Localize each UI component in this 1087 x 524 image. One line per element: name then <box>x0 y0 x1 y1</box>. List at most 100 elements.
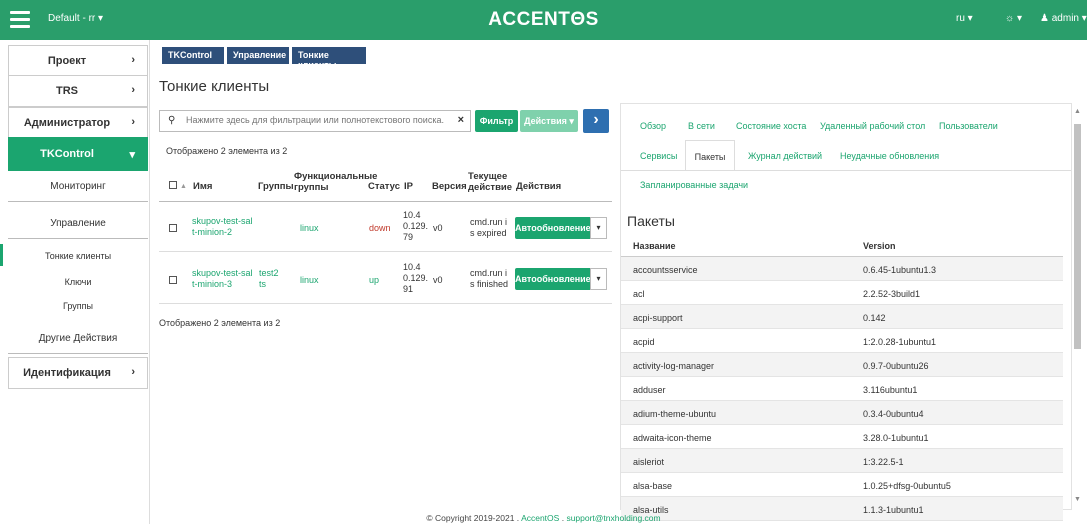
tab-action-log[interactable]: Журнал действий <box>748 151 822 161</box>
ip-value: 10.4 0.129. 91 <box>403 262 428 295</box>
tab-host-state[interactable]: Состояние хоста <box>736 121 806 131</box>
row-checkbox[interactable] <box>169 276 177 284</box>
group-line: test2 <box>259 268 279 278</box>
scroll-down-icon[interactable]: ▼ <box>1074 496 1081 503</box>
search-input[interactable] <box>186 115 456 125</box>
col-status[interactable]: Статус <box>368 181 400 192</box>
ip-part: 10.4 <box>403 262 421 272</box>
language-selector[interactable]: ru ▾ <box>956 13 973 24</box>
auto-update-button[interactable]: Автообновление <box>515 268 591 290</box>
tab-online[interactable]: В сети <box>688 121 715 131</box>
header-divider <box>159 201 612 202</box>
package-row: activity-log-manager 0.9.7-0ubuntu26 <box>621 353 1063 377</box>
package-version: 3.116ubuntu1 <box>863 385 918 395</box>
col-func-groups[interactable]: Функциональные группы <box>294 171 377 193</box>
sidebar-item-project[interactable]: Проект › <box>8 45 148 77</box>
sidebar-sub-thin-clients[interactable]: Тонкие клиенты <box>8 251 148 261</box>
actions-button[interactable]: Действия ▾ <box>520 110 578 132</box>
package-version: 0.6.45-1ubuntu1.3 <box>863 265 937 275</box>
ip-part: 0.129. <box>403 221 429 231</box>
package-row: adduser 3.116ubuntu1 <box>621 377 1063 401</box>
package-row: adwaita-icon-theme 3.28.0-1ubuntu1 <box>621 425 1063 449</box>
auto-update-button[interactable]: Автообновление <box>515 217 591 239</box>
packages-title: Пакеты <box>627 213 675 229</box>
page-title: Тонкие клиенты <box>159 78 270 95</box>
breadcrumb-thin-clients: Тонкие клиенты <box>292 47 366 70</box>
client-name-line: t-minion-2 <box>192 227 233 237</box>
package-name: acl <box>633 289 645 299</box>
select-all-checkbox[interactable] <box>169 181 177 189</box>
package-version: 0.9.7-0ubuntu26 <box>863 361 929 371</box>
tab-scheduled-tasks[interactable]: Запланированные задачи <box>640 180 748 190</box>
sidebar-sub-management[interactable]: Управление <box>8 209 148 239</box>
sidebar-item-trs[interactable]: TRS › <box>8 75 148 107</box>
tab-users[interactable]: Пользователи <box>939 121 998 131</box>
tab-services[interactable]: Сервисы <box>640 151 677 161</box>
tab-packages[interactable]: Пакеты <box>685 140 735 171</box>
func-group-link[interactable]: linux <box>300 223 319 234</box>
ip-part: 91 <box>403 284 414 294</box>
package-version: 1:3.22.5-1 <box>863 457 904 467</box>
footer-email-link[interactable]: support@tnxholding.com <box>566 513 660 523</box>
row-checkbox[interactable] <box>169 224 177 232</box>
chevron-right-icon: › <box>131 366 135 378</box>
col-groups[interactable]: Группы <box>258 181 294 192</box>
group-link[interactable]: test2 ts <box>259 268 279 290</box>
package-name: acpi-support <box>633 313 683 323</box>
sidebar-item-label: Проект <box>47 55 87 67</box>
chevron-right-icon: › <box>131 84 135 96</box>
package-name: acpid <box>633 337 655 347</box>
col-actions: Действия <box>516 181 562 192</box>
sidebar-item-label: TRS <box>56 85 78 97</box>
status-value: down <box>369 223 391 233</box>
sidebar-sub-groups[interactable]: Группы <box>8 301 148 311</box>
package-version: 0.3.4-0ubuntu4 <box>863 409 924 419</box>
tab-overview[interactable]: Обзор <box>640 121 666 131</box>
tab-remote-desktop[interactable]: Удаленный рабочий стол <box>820 121 925 131</box>
col-version[interactable]: Версия <box>432 181 467 192</box>
packages-col-version: Version <box>863 241 896 251</box>
filter-button[interactable]: Фильтр <box>475 110 518 132</box>
sidebar-item-admin[interactable]: Администратор › <box>8 107 148 139</box>
package-row: accountsservice 0.6.45-1ubuntu1.3 <box>621 257 1063 281</box>
chevron-down-icon: ▾ <box>129 149 135 161</box>
col-current-action[interactable]: Текущее действие <box>468 171 512 193</box>
sidebar-item-identity[interactable]: Идентификация › <box>8 357 148 389</box>
package-row: alsa-base 1.0.25+dfsg-0ubuntu5 <box>621 473 1063 497</box>
col-name[interactable]: Имя <box>193 181 212 192</box>
client-name-line: skupov-test-sal <box>192 216 253 226</box>
theme-icon[interactable]: ☼ ▾ <box>1005 13 1022 24</box>
sidebar-item-label: Администратор <box>23 117 111 129</box>
clear-icon[interactable]: × <box>458 114 464 126</box>
sidebar-item-tkcontrol[interactable]: TKControl ▾ <box>8 137 148 171</box>
breadcrumb-tkcontrol[interactable]: TKControl <box>162 47 224 64</box>
status-value: up <box>369 275 380 285</box>
col-ip[interactable]: IP <box>404 181 413 192</box>
breadcrumb-management[interactable]: Управление <box>227 47 289 64</box>
group-line: ts <box>259 279 267 289</box>
sort-icon[interactable]: ▲ <box>180 181 187 192</box>
version-value: v0 <box>433 275 443 285</box>
package-row: aisleriot 1:3.22.5-1 <box>621 449 1063 473</box>
scroll-up-icon[interactable]: ▲ <box>1074 108 1081 115</box>
package-name: adium-theme-ubuntu <box>633 409 717 419</box>
brand-logo: ACCENTΘS <box>488 9 599 30</box>
user-menu[interactable]: ♟ admin ▾ <box>1040 13 1087 24</box>
client-name-link[interactable]: skupov-test-sal t-minion-2 <box>192 216 253 238</box>
func-group-link[interactable]: linux <box>300 275 319 286</box>
search-box[interactable]: ⚲ × <box>159 110 471 132</box>
current-action-value: cmd.run is expired <box>470 217 507 239</box>
scrollbar-thumb[interactable] <box>1074 124 1081 349</box>
scrollbar[interactable]: ▲ ▼ <box>1072 108 1082 508</box>
chevron-right-icon: › <box>131 54 135 66</box>
chevron-down-icon[interactable]: ▾ <box>590 217 607 239</box>
next-arrow-icon[interactable]: › <box>583 109 609 133</box>
sidebar-sub-other-actions[interactable]: Другие Действия <box>8 324 148 354</box>
tab-failed-updates[interactable]: Неудачные обновления <box>840 151 939 161</box>
sidebar-sub-keys[interactable]: Ключи <box>8 277 148 287</box>
sidebar-sub-monitoring[interactable]: Мониторинг <box>8 172 148 202</box>
chevron-down-icon[interactable]: ▾ <box>590 268 607 290</box>
footer-brand-link[interactable]: AccentOS <box>521 513 559 523</box>
client-name-link[interactable]: skupov-test-sal t-minion-3 <box>192 268 253 290</box>
row-divider <box>159 251 612 252</box>
